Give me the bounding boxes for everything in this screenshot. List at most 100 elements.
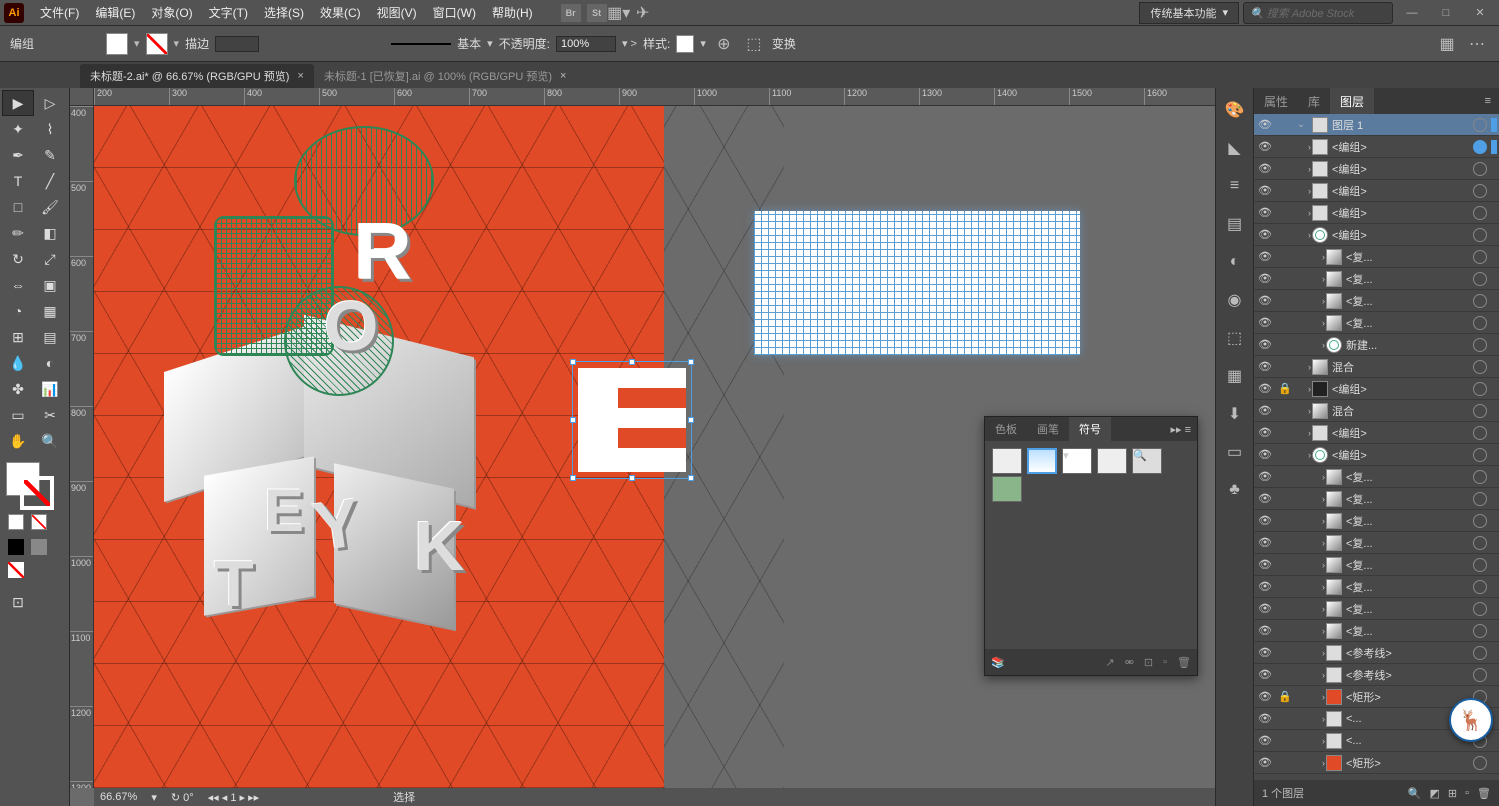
target-icon[interactable] — [1473, 250, 1487, 264]
expand-arrow[interactable]: › — [1294, 384, 1308, 394]
target-icon[interactable] — [1473, 404, 1487, 418]
visibility-icon[interactable]: 👁 — [1254, 184, 1276, 197]
layer-name[interactable]: <编组> — [1332, 139, 1469, 155]
expand-arrow[interactable]: › — [1294, 758, 1322, 768]
target-icon[interactable] — [1473, 558, 1487, 572]
layer-thumbnail[interactable] — [1326, 667, 1342, 683]
locate-object-icon[interactable]: 🔍 — [1408, 787, 1422, 800]
tab-swatches[interactable]: 色板 — [985, 417, 1027, 441]
layer-name[interactable]: <... — [1346, 735, 1469, 747]
brush-stroke-preview[interactable] — [391, 43, 451, 45]
layer-name[interactable]: 混合 — [1332, 359, 1469, 375]
layer-name[interactable]: <编组> — [1332, 381, 1469, 397]
layer-name[interactable]: <复... — [1346, 293, 1469, 309]
tab-symbols[interactable]: 符号 — [1069, 417, 1111, 441]
layer-name[interactable]: <矩形> — [1346, 689, 1469, 705]
layer-name[interactable]: <复... — [1346, 579, 1469, 595]
layer-thumbnail[interactable] — [1326, 689, 1342, 705]
layer-name[interactable]: <复... — [1346, 557, 1469, 573]
expand-arrow[interactable]: › — [1294, 538, 1322, 548]
menu-edit[interactable]: 编辑(E) — [87, 0, 143, 26]
handle-tl[interactable] — [570, 359, 576, 365]
layer-name[interactable]: <复... — [1346, 601, 1469, 617]
handle-bm[interactable] — [629, 475, 635, 481]
new-symbol-icon[interactable]: ▫ — [1163, 656, 1167, 668]
tab-doc-1[interactable]: 未标题-2.ai* @ 66.67% (RGB/GPU 预览)× — [80, 64, 314, 88]
layer-thumbnail[interactable] — [1312, 183, 1328, 199]
visibility-icon[interactable]: 👁 — [1254, 492, 1276, 505]
target-icon[interactable] — [1473, 426, 1487, 440]
layer-name[interactable]: <编组> — [1332, 227, 1469, 243]
layer-row[interactable]: 👁›<复... — [1254, 510, 1499, 532]
layer-thumbnail[interactable] — [1326, 513, 1342, 529]
window-maximize[interactable]: □ — [1431, 3, 1461, 23]
visibility-icon[interactable]: 👁 — [1254, 206, 1276, 219]
target-icon[interactable] — [1473, 228, 1487, 242]
expand-arrow[interactable]: › — [1294, 714, 1322, 724]
symbol-options-icon[interactable]: ⊡ — [1144, 656, 1153, 669]
visibility-icon[interactable]: 👁 — [1254, 470, 1276, 483]
layer-thumbnail[interactable] — [1312, 117, 1328, 133]
blend-tool[interactable]: ◐ — [34, 350, 66, 376]
layer-thumbnail[interactable] — [1326, 491, 1342, 507]
stroke-weight-input[interactable] — [215, 36, 259, 52]
expand-arrow[interactable]: › — [1294, 406, 1308, 416]
break-link-icon[interactable]: ⚮ — [1125, 656, 1134, 669]
layer-row[interactable]: 👁›<复... — [1254, 598, 1499, 620]
layers-list[interactable]: 👁⌄图层 1👁›<编组>👁›<编组>👁›<编组>👁›<编组>👁›<编组>👁›<复… — [1254, 114, 1499, 780]
visibility-icon[interactable]: 👁 — [1254, 514, 1276, 527]
stroke-color[interactable] — [20, 476, 54, 510]
width-tool[interactable]: ⇔ — [2, 272, 34, 298]
paintbrush-tool[interactable]: 🖌 — [34, 194, 66, 220]
layer-thumbnail[interactable] — [1312, 161, 1328, 177]
rectangle-tool[interactable]: □ — [2, 194, 34, 220]
visibility-icon[interactable]: 👁 — [1254, 426, 1276, 439]
close-icon[interactable]: × — [560, 70, 566, 82]
lock-icon[interactable]: 🔒 — [1276, 690, 1294, 703]
layer-thumbnail[interactable] — [1326, 469, 1342, 485]
menu-select[interactable]: 选择(S) — [256, 0, 312, 26]
expand-arrow[interactable]: › — [1294, 208, 1308, 218]
visibility-icon[interactable]: 👁 — [1254, 272, 1276, 285]
layer-row[interactable]: 👁›混合 — [1254, 356, 1499, 378]
layer-row[interactable]: 👁›<编组> — [1254, 444, 1499, 466]
layer-thumbnail[interactable] — [1312, 359, 1328, 375]
expand-arrow[interactable]: › — [1294, 164, 1308, 174]
expand-arrow[interactable]: › — [1294, 692, 1322, 702]
scale-tool[interactable]: ⤢ — [34, 246, 66, 272]
curvature-tool[interactable]: ✎ — [34, 142, 66, 168]
visibility-icon[interactable]: 👁 — [1254, 404, 1276, 417]
layer-row[interactable]: 👁›<编组> — [1254, 422, 1499, 444]
color-icon[interactable]: 🎨 — [1223, 98, 1247, 122]
visibility-icon[interactable]: 👁 — [1254, 712, 1276, 725]
lasso-tool[interactable]: ⌇ — [34, 116, 66, 142]
artboard-nav[interactable]: ◂◂ ◂ 1 ▸ ▸▸ — [208, 791, 260, 804]
selection-bounding-box[interactable] — [572, 361, 692, 479]
graphic-style-swatch[interactable] — [676, 35, 694, 53]
layer-thumbnail[interactable] — [1326, 711, 1342, 727]
target-icon[interactable] — [1473, 624, 1487, 638]
layer-thumbnail[interactable] — [1312, 205, 1328, 221]
visibility-icon[interactable]: 👁 — [1254, 118, 1276, 131]
visibility-icon[interactable]: 👁 — [1254, 228, 1276, 241]
target-icon[interactable] — [1473, 756, 1487, 770]
ruler-vertical[interactable]: 4005006007008009001000110012001300 — [70, 106, 94, 788]
layer-name[interactable]: <复... — [1346, 513, 1469, 529]
symbol-item[interactable] — [992, 476, 1022, 502]
visibility-icon[interactable]: 👁 — [1254, 162, 1276, 175]
layer-thumbnail[interactable] — [1326, 623, 1342, 639]
layer-row[interactable]: 👁›<复... — [1254, 488, 1499, 510]
fill-stroke-control[interactable] — [6, 462, 66, 512]
zoom-tool[interactable]: 🔍 — [34, 428, 66, 454]
workspace-switcher[interactable]: 传统基本功能▾ — [1139, 2, 1239, 24]
layer-name[interactable]: <复... — [1346, 535, 1469, 551]
handle-br[interactable] — [688, 475, 694, 481]
menu-object[interactable]: 对象(O) — [143, 0, 200, 26]
window-close[interactable]: ✕ — [1465, 3, 1495, 23]
visibility-icon[interactable]: 👁 — [1254, 734, 1276, 747]
menu-view[interactable]: 视图(V) — [369, 0, 425, 26]
slice-tool[interactable]: ✂ — [34, 402, 66, 428]
handle-mr[interactable] — [688, 417, 694, 423]
direct-selection-tool[interactable]: ▷ — [34, 90, 66, 116]
symbols-list[interactable]: ▾ 🔍 — [985, 441, 1197, 641]
